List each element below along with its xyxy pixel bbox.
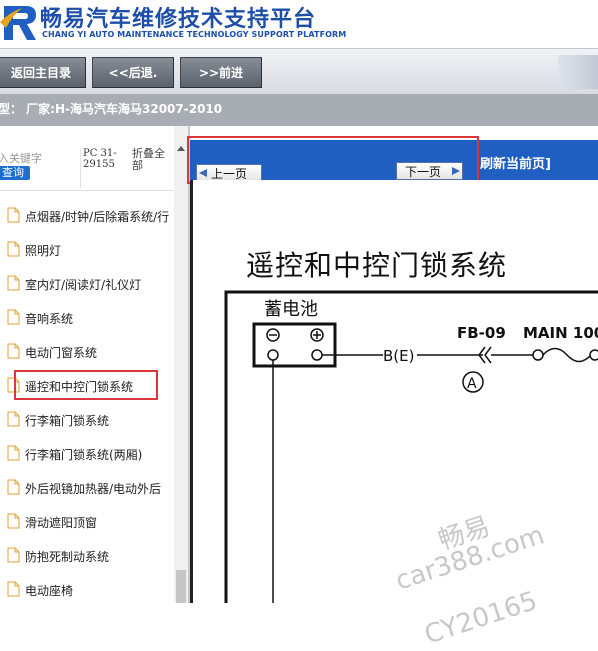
document-icon	[7, 513, 20, 529]
sidebar: 入关键字 查询 PC 31-29155 折叠全部 点烟器/时钟/后除霜系统/行 …	[0, 126, 190, 603]
brand-title: 畅易汽车维修技术支持平台	[40, 7, 317, 32]
terminal-node	[311, 349, 323, 361]
collapse-all-link[interactable]: 折叠全部	[132, 148, 172, 172]
selection-highlight-box	[14, 370, 158, 400]
sidebar-divider	[0, 190, 174, 191]
tree-item[interactable]: 点烟器/时钟/后除霜系统/行	[0, 200, 174, 234]
refresh-page-link[interactable]: 刷新当前页]	[480, 153, 551, 172]
tree-item-label: 照明灯	[25, 244, 62, 258]
document-icon	[7, 343, 20, 359]
tree-item[interactable]: 电动门窗系统	[0, 336, 174, 370]
document-icon	[7, 547, 20, 563]
tree-item[interactable]: 行李箱门锁系统(两厢)	[0, 438, 174, 472]
scrollbar-thumb[interactable]	[176, 570, 186, 603]
document-icon	[7, 445, 20, 461]
sidebar-scrollbar[interactable]	[174, 126, 188, 603]
query-button[interactable]: 查询	[0, 166, 30, 180]
document-icon	[7, 479, 20, 495]
document-icon	[7, 207, 20, 223]
document-icon	[7, 275, 20, 291]
tree-item-label: 行李箱门锁系统(两厢)	[25, 448, 143, 462]
document-title: 遥控和中控门锁系统	[246, 249, 508, 282]
tree-item-label: 室内灯/阅读灯/礼仪灯	[25, 278, 142, 292]
tree-item[interactable]: 滑动遮阳顶窗	[0, 506, 174, 540]
tree-item[interactable]: 音响系统	[0, 302, 174, 336]
nav-decoration	[558, 55, 598, 89]
wire-code-label: B(E)	[383, 347, 414, 365]
tree-item[interactable]: 室内灯/阅读灯/礼仪灯	[0, 268, 174, 302]
tree-item[interactable]: 行李箱门锁系统	[0, 404, 174, 438]
brand-subtitle: CHANG YI AUTO MAINTENANCE TECHNOLOGY SUP…	[42, 30, 347, 39]
document-icon	[7, 581, 20, 597]
battery-label: 蓄电池	[264, 299, 318, 320]
back-button[interactable]: <<后退.	[92, 57, 174, 88]
model-info-text: 型： 厂家:H-海马汽车海马32007-2010	[0, 102, 223, 116]
main-fuse-label: MAIN 100A	[523, 324, 598, 342]
document-icon	[7, 241, 20, 257]
tree-item-label: 电动座椅	[25, 584, 74, 598]
document-icon	[7, 309, 20, 325]
topic-tree: 点烟器/时钟/后除霜系统/行 照明灯 室内灯/阅读灯/礼仪灯 音响系统 电动门窗…	[0, 200, 174, 608]
scroll-up-arrow-icon[interactable]	[177, 146, 185, 151]
pc-code-label: PC 31-29155	[80, 148, 124, 188]
fuse-link-icon	[542, 347, 592, 363]
connector-callout-label: A	[467, 376, 477, 392]
search-row: 入关键字 查询 PC 31-29155 折叠全部	[0, 140, 174, 188]
tree-item-label: 行李箱门锁系统	[25, 414, 110, 428]
tree-item-label: 音响系统	[25, 312, 74, 326]
search-input[interactable]: 入关键字	[0, 150, 42, 166]
tree-item[interactable]: 防抱死制动系统	[0, 540, 174, 574]
document-viewer: 遥控和中控门锁系统 蓄电池 B(E) FB-09 MAIN 100A A	[190, 180, 598, 651]
tree-item-label: 点烟器/时钟/后除霜系统/行	[25, 210, 170, 224]
wiring-diagram: 蓄电池 B(E) FB-09 MAIN 100A A	[224, 290, 598, 603]
tree-item-label: 电动门窗系统	[25, 346, 98, 360]
tree-item[interactable]: 外后视镜加热器/电动外后	[0, 472, 174, 506]
document-panel: 上一页 下一页 刷新当前页] 遥控和中控门锁系统 蓄电池 B(E) FB-09 …	[187, 126, 598, 651]
tree-item-label: 防抱死制动系统	[25, 550, 110, 564]
page-nav-highlight-box	[187, 136, 479, 184]
model-info-bar: 型： 厂家:H-海马汽车海马32007-2010	[0, 94, 598, 126]
tree-item[interactable]: 照明灯	[0, 234, 174, 268]
tree-item-label: 外后视镜加热器/电动外后	[25, 482, 162, 496]
tree-item-label: 滑动遮阳顶窗	[25, 516, 98, 530]
document-icon	[7, 411, 20, 427]
cy-logo-icon	[0, 6, 36, 40]
forward-button[interactable]: >>前进	[180, 57, 262, 88]
terminal-node	[267, 349, 279, 361]
battery-symbol	[252, 322, 337, 368]
nav-bar: 返回主目录 <<后退. >>前进	[0, 48, 598, 94]
fuse-label: FB-09	[457, 324, 506, 342]
app-header: 畅易汽车维修技术支持平台 CHANG YI AUTO MAINTENANCE T…	[0, 0, 598, 48]
home-button[interactable]: 返回主目录	[0, 57, 86, 88]
